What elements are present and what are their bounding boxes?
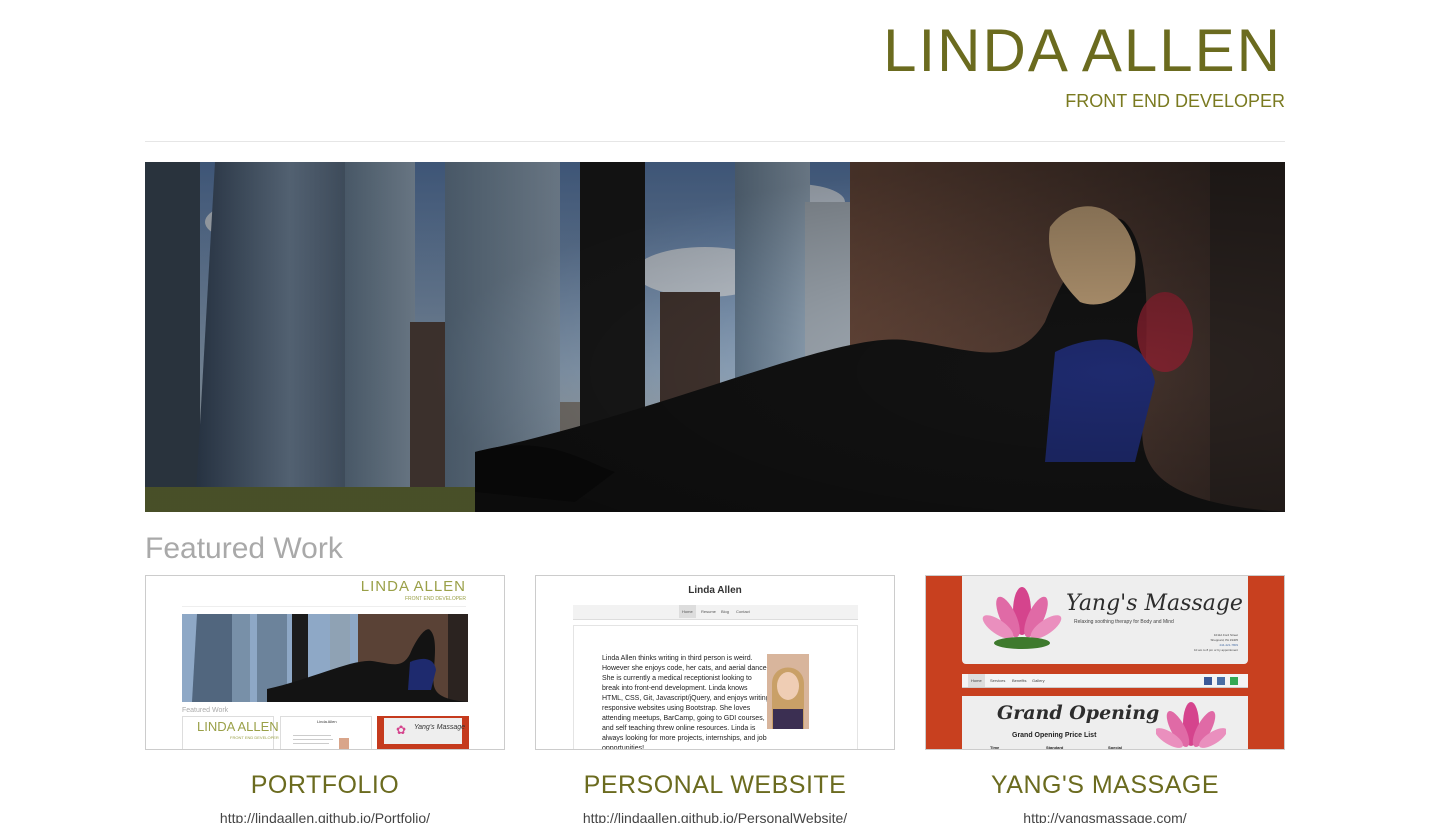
header-divider	[145, 141, 1285, 142]
thumb-mini-photo	[339, 738, 349, 749]
google-icon	[1230, 677, 1238, 685]
thumb-nav-blog: Blog	[721, 609, 730, 614]
thumb-price-list: Grand Opening Price List	[1012, 732, 1097, 739]
work-link-portfolio[interactable]: http://lindaallen.github.io/Portfolio/	[145, 809, 505, 823]
yangs-massage-thumbnail[interactable]: Yang's Massage Relaxing soothing therapy…	[925, 575, 1285, 750]
site-header: LINDA ALLEN FRONT END DEVELOPER	[145, 0, 1285, 142]
work-item-portfolio: LINDA ALLEN FRONT END DEVELOPER Featured…	[145, 575, 505, 823]
thumb-hero-photo	[182, 614, 468, 702]
thumb-divider	[182, 606, 466, 607]
work-title-portfolio[interactable]: PORTFOLIO	[145, 770, 505, 800]
thumb-name: Linda Allen	[688, 585, 742, 596]
thumb-mini-personal: Linda Allen	[280, 716, 372, 749]
work-title-personal-website[interactable]: PERSONAL WEBSITE	[535, 770, 895, 800]
work-item-yangs-massage: Yang's Massage Relaxing soothing therapy…	[925, 575, 1285, 823]
work-item-personal-website: Linda Allen Home Resume Blog Contact Lin…	[535, 575, 895, 823]
thumb-nav-resume: Resume	[701, 609, 716, 614]
thumb-nav: Home Services Benefits Gallery	[962, 674, 1248, 688]
thumb-tagline: Relaxing soothing therapy for Body and M…	[1074, 619, 1174, 625]
thumb-col-special: Special	[1108, 745, 1123, 750]
thumb-nav-contact: Contact	[736, 609, 750, 614]
lotus-icon: ✿	[396, 723, 407, 737]
work-link-yangs-massage[interactable]: http://yangsmassage.com/	[925, 809, 1285, 823]
thumb-brand-name: Yang's Massage	[1066, 591, 1243, 616]
thumb-site-title: LINDA ALLEN	[360, 578, 466, 595]
thumb-col-standard: Standard	[1046, 745, 1064, 750]
profile-photo-art	[767, 654, 809, 729]
thumb-mini-title: LINDA ALLEN	[197, 719, 279, 734]
thumb-hours: 10 am to 8 pm or by appointment	[1193, 648, 1238, 652]
thumb-mini-brand: Yang's Massage	[414, 724, 466, 731]
thumb-address: 1011A Ford Street Sheppard, PA 19405 444…	[1194, 633, 1238, 653]
thumb-mini-yangs: ✿ Yang's Massage	[377, 716, 469, 749]
thumb-mini-header: ✿ Yang's Massage	[384, 718, 466, 744]
portfolio-thumbnail[interactable]: LINDA ALLEN FRONT END DEVELOPER Featured…	[145, 575, 505, 750]
site-title[interactable]: LINDA ALLEN	[883, 16, 1282, 86]
thumb-content-box: Linda Allen thinks writing in third pers…	[573, 625, 858, 750]
thumb-profile-photo	[767, 654, 809, 729]
thumb-mini-subtitle: FRONT END DEVELOPER	[230, 735, 279, 740]
work-link-personal-website[interactable]: http://lindaallen.github.io/PersonalWebs…	[535, 809, 895, 823]
thumb-nav-home: Home	[679, 605, 696, 618]
work-title-yangs-massage[interactable]: YANG'S MASSAGE	[925, 770, 1285, 800]
featured-work-heading: Featured Work	[145, 532, 343, 565]
thumb-hero-image	[182, 614, 468, 702]
thumb-mini-textline	[293, 739, 333, 740]
thumb-bio: Linda Allen thinks writing in third pers…	[602, 655, 770, 750]
lotus-icon	[1156, 702, 1226, 748]
hero-photo	[145, 162, 1285, 512]
thumb-mini-name: Linda Allen	[317, 719, 337, 724]
thumb-nav-home: Home	[968, 674, 985, 687]
thumb-nav-benefits: Benefits	[1012, 678, 1027, 683]
page-container: LINDA ALLEN FRONT END DEVELOPER Featured…	[145, 0, 1285, 823]
mail-icon	[1217, 677, 1225, 685]
thumb-mini-textline	[293, 735, 331, 736]
facebook-icon	[1204, 677, 1212, 685]
thumb-header: Yang's Massage Relaxing soothing therapy…	[962, 576, 1248, 664]
personal-website-thumbnail[interactable]: Linda Allen Home Resume Blog Contact Lin…	[535, 575, 895, 750]
hero-image	[145, 162, 1285, 512]
thumb-promo-title: Grand Opening	[997, 702, 1160, 724]
thumb-mini-portfolio: LINDA ALLEN FRONT END DEVELOPER	[182, 716, 279, 749]
thumb-site-subtitle: FRONT END DEVELOPER	[404, 596, 466, 602]
site-subtitle: FRONT END DEVELOPER	[1065, 91, 1285, 111]
lotus-icon	[982, 587, 1062, 649]
thumb-nav-services: Services	[990, 678, 1006, 683]
thumb-section-title: Featured Work	[182, 707, 229, 714]
thumb-nav-gallery: Gallery	[1032, 678, 1045, 683]
thumb-nav: Home Resume Blog Contact	[573, 605, 858, 620]
thumb-col-time: Time	[990, 745, 1000, 750]
thumb-mini-textline	[293, 743, 329, 744]
